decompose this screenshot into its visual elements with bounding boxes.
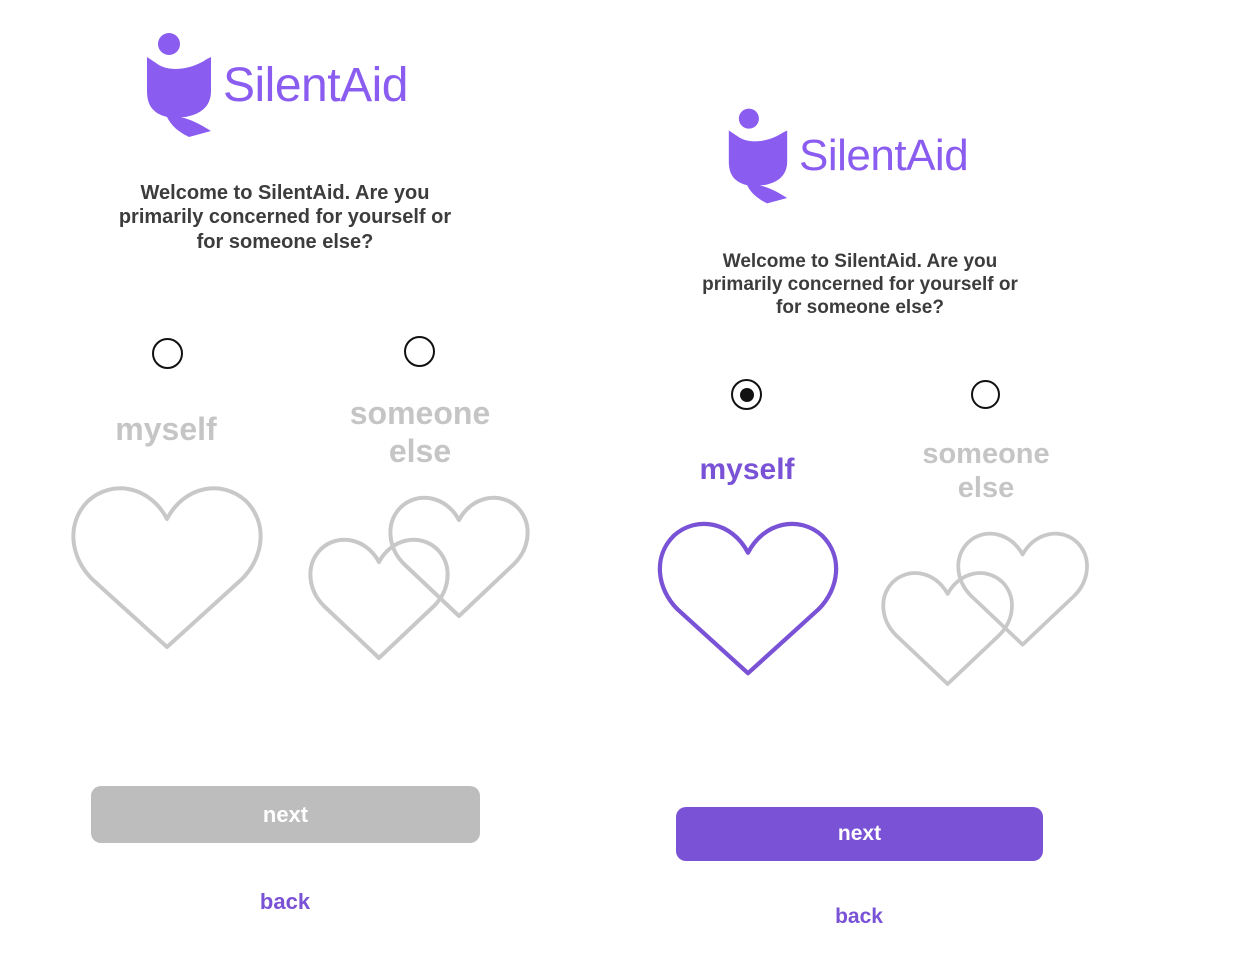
option-label-line: someone xyxy=(922,438,1050,470)
back-link[interactable]: back xyxy=(759,905,959,929)
radio-someone-else[interactable] xyxy=(971,380,1000,409)
silentaid-logo-icon xyxy=(147,33,211,137)
welcome-question: Welcome to SilentAid. Are you primarily … xyxy=(80,181,490,254)
double-heart-icon[interactable] xyxy=(308,493,534,661)
welcome-question-line: Welcome to SilentAid. Are you xyxy=(140,182,430,204)
silentaid-logo-icon xyxy=(728,108,788,204)
welcome-question-line: primarily concerned for yourself or xyxy=(118,206,452,229)
app-name: SilentAid xyxy=(223,58,408,112)
single-heart-icon[interactable] xyxy=(70,481,264,651)
option-label-myself[interactable]: myself xyxy=(667,452,827,487)
welcome-question-line: primarily concerned for yourself or xyxy=(702,274,1018,296)
next-button[interactable]: next xyxy=(91,786,480,843)
option-label-line: else xyxy=(957,472,1015,505)
welcome-question: Welcome to SilentAid. Are you primarily … xyxy=(660,250,1060,320)
option-label-someone-else[interactable]: someone else xyxy=(886,437,1086,505)
radio-someone-else[interactable] xyxy=(404,336,435,367)
double-heart-icon[interactable] xyxy=(881,529,1093,687)
onboarding-screen-unselected: SilentAid Welcome to SilentAid. Are you … xyxy=(0,0,570,974)
back-link[interactable]: back xyxy=(185,889,385,915)
next-button[interactable]: next xyxy=(676,807,1043,861)
welcome-question-line: for someone else? xyxy=(776,297,944,319)
app-logo: SilentAid xyxy=(145,33,408,137)
single-heart-icon[interactable] xyxy=(656,517,840,677)
radio-myself[interactable] xyxy=(152,338,183,369)
option-label-line: someone xyxy=(349,395,491,431)
option-label-myself[interactable]: myself xyxy=(86,411,246,449)
radio-myself[interactable] xyxy=(731,379,762,410)
welcome-question-line: Welcome to SilentAid. Are you xyxy=(722,251,998,272)
app-logo: SilentAid xyxy=(727,108,969,204)
radio-selected-dot xyxy=(739,387,754,402)
option-label-someone-else[interactable]: someone else xyxy=(320,395,520,471)
option-label-line: else xyxy=(388,432,452,469)
onboarding-screen-myself-selected: SilentAid Welcome to SilentAid. Are you … xyxy=(620,0,1244,974)
welcome-question-line: for someone else? xyxy=(196,230,374,253)
app-name: SilentAid xyxy=(799,131,969,180)
